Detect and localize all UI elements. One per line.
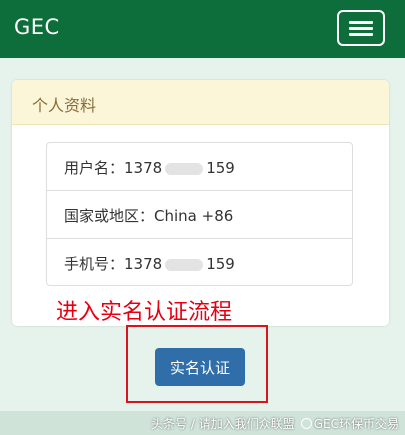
- phone-label: 手机号：: [64, 255, 125, 273]
- real-name-verify-button[interactable]: 实名认证: [155, 348, 245, 386]
- watermark: 头条号 / 请加入我们众联盟 GEC环保币交易: [151, 415, 399, 432]
- panel-title: 个人资料: [32, 96, 97, 115]
- list-item-country: 国家或地区：China +86: [47, 190, 352, 238]
- username-label: 用户名：: [64, 159, 125, 177]
- list-item-username: 用户名：1378 159: [47, 143, 352, 190]
- panel-heading: 个人资料: [12, 80, 389, 125]
- username-value-end: 159: [206, 159, 235, 177]
- country-text: 国家或地区：China +86: [64, 205, 233, 226]
- hamburger-bar: [349, 33, 373, 36]
- annotation-caption: 进入实名认证流程: [56, 300, 233, 325]
- top-navbar: GEC: [0, 0, 405, 58]
- username-value-start: 1378: [124, 159, 163, 177]
- menu-toggle-button[interactable]: [337, 10, 385, 46]
- list-item-phone: 手机号：1378 159: [47, 238, 352, 286]
- profile-panel: 个人资料 用户名：1378 159 国家或地区：China +86 手机号：137…: [12, 80, 389, 326]
- watermark-account: GEC环保币交易: [313, 417, 399, 431]
- toutiao-logo-icon: [300, 418, 312, 429]
- masked-digits: [165, 162, 204, 175]
- hamburger-bar: [349, 21, 373, 24]
- phone-value-end: 159: [206, 255, 235, 273]
- country-label: 国家或地区：: [64, 207, 155, 225]
- watermark-prefix: 头条号 / 请加入我们众联盟: [151, 417, 295, 431]
- username-text: 用户名：1378 159: [64, 157, 235, 178]
- phone-text: 手机号：1378 159: [64, 253, 235, 274]
- brand-logo-text[interactable]: GEC: [14, 15, 60, 39]
- hamburger-bar: [349, 27, 373, 30]
- country-value: China +86: [154, 207, 234, 225]
- masked-digits: [165, 258, 204, 271]
- profile-info-list: 用户名：1378 159 国家或地区：China +86 手机号：1378 159: [46, 142, 353, 286]
- phone-value-start: 1378: [124, 255, 163, 273]
